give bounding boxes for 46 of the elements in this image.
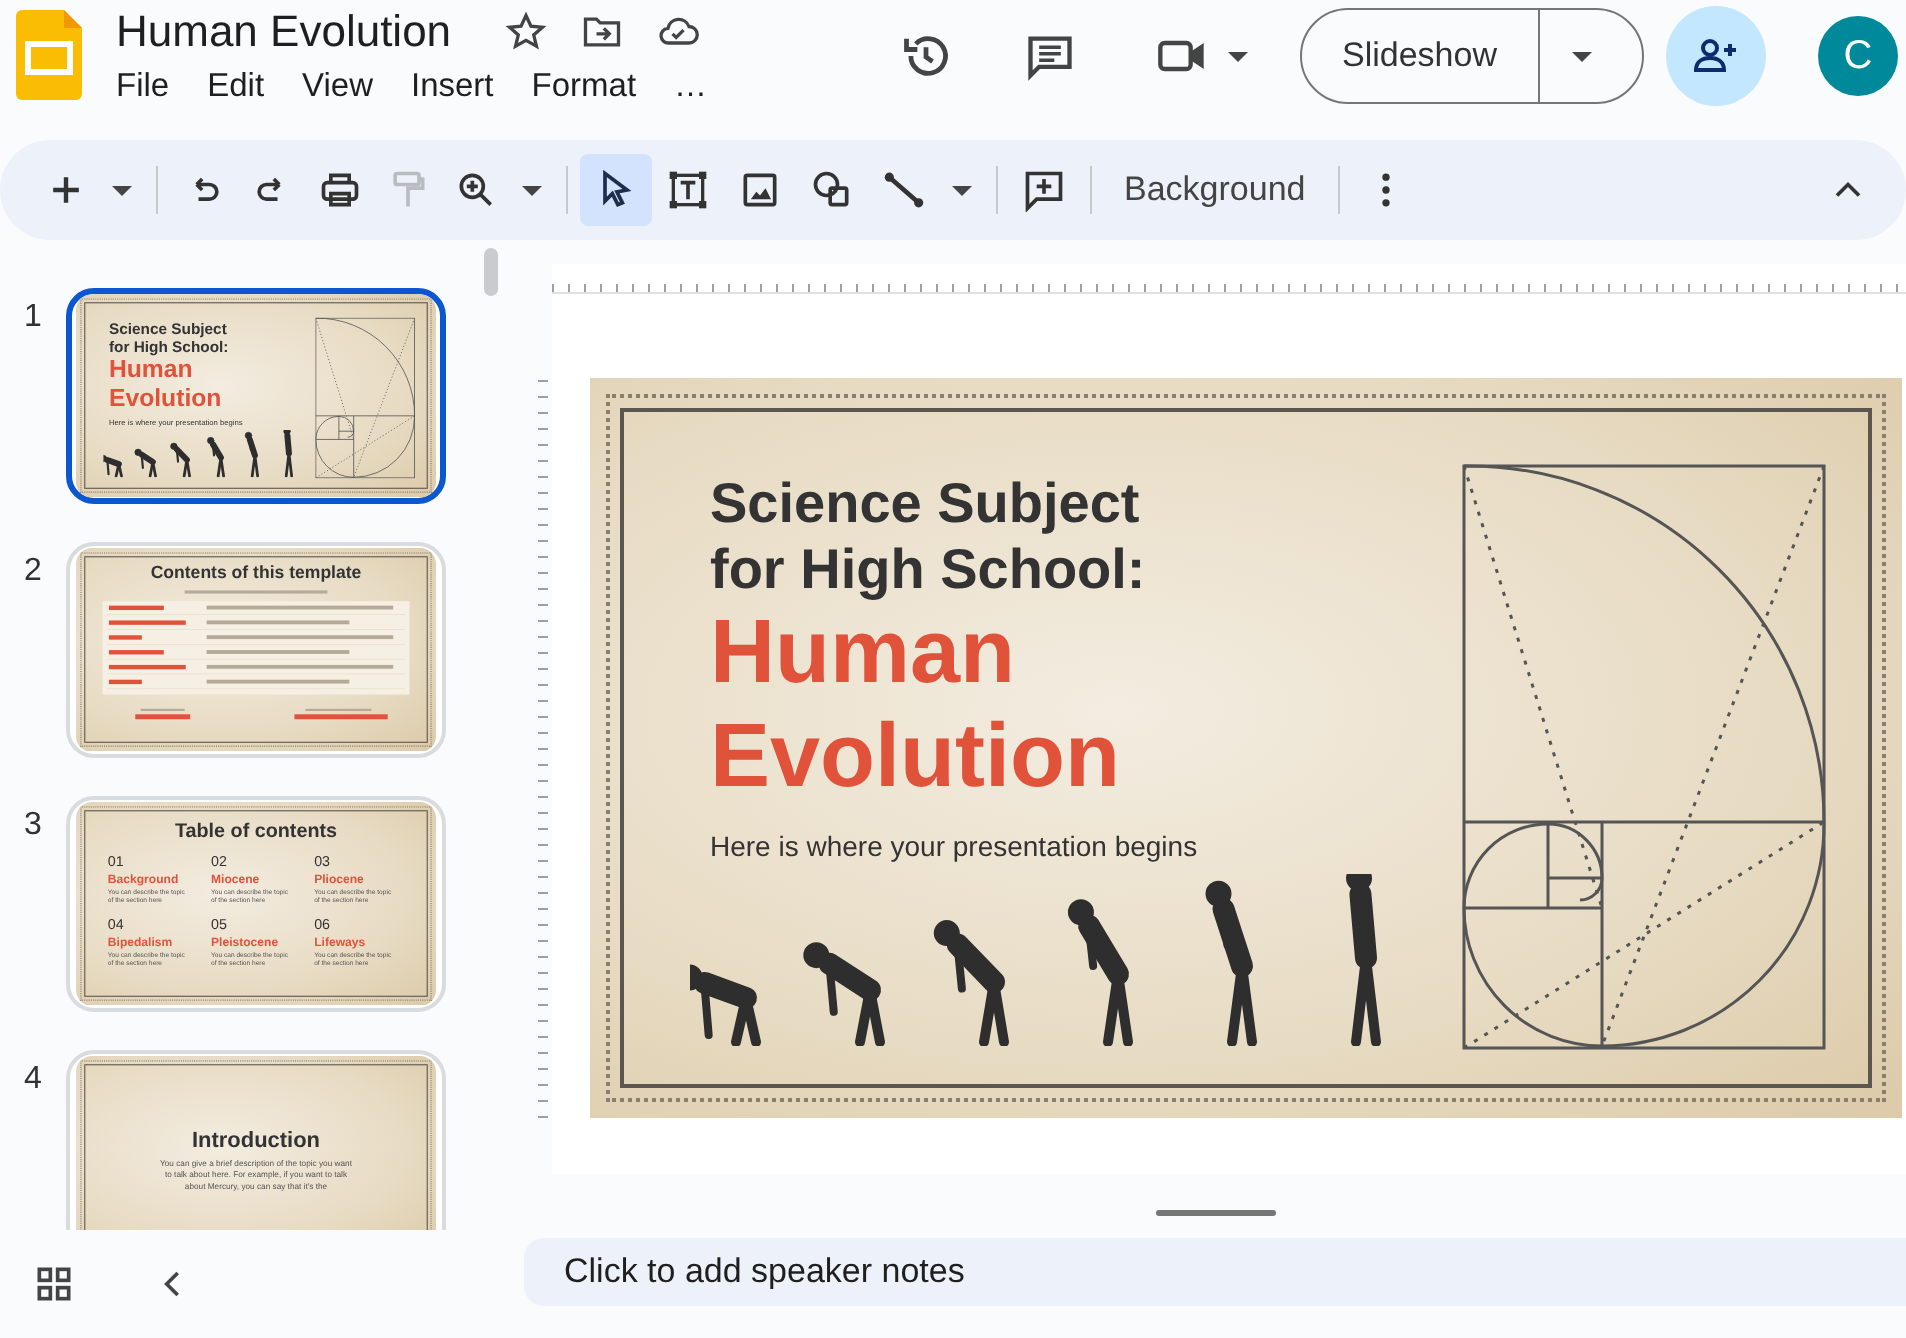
slide-title-line[interactable]: for High School: <box>710 536 1146 602</box>
slide-subtitle[interactable]: Here is where your presentation begins <box>710 830 1198 862</box>
print-icon[interactable] <box>318 168 362 212</box>
shapes-icon <box>810 168 854 212</box>
caret-icon[interactable] <box>952 185 972 195</box>
slide-number: 2 <box>22 552 44 590</box>
slide-number: 4 <box>22 1060 44 1098</box>
grid-view-icon[interactable] <box>32 1262 76 1306</box>
slide-number: 3 <box>22 806 44 844</box>
add-comment-icon[interactable] <box>1022 168 1066 212</box>
speaker-notes-field[interactable]: Click to add speaker notes <box>524 1238 1906 1306</box>
slide-title-line[interactable]: Science Subject <box>710 470 1146 536</box>
slide-title: Introduction <box>192 1127 320 1153</box>
text-box-icon <box>666 168 710 212</box>
share-button[interactable] <box>1666 6 1766 106</box>
slide-canvas[interactable]: Science Subject for High School: Human Evolution Here is where your presentation begins <box>590 378 1902 1118</box>
slide-heading-line: Evolution <box>108 383 222 413</box>
menu-item[interactable]: Format <box>531 68 637 106</box>
menu-item[interactable]: File <box>116 68 170 106</box>
menu-item[interactable]: Edit <box>207 68 265 106</box>
tool-button[interactable] <box>580 154 652 226</box>
caret-icon[interactable] <box>522 185 542 195</box>
menu-item[interactable]: … <box>674 68 708 106</box>
avatar[interactable]: C <box>1818 16 1898 96</box>
slide-thumbnail[interactable]: Contents of this template <box>66 542 446 758</box>
slide-thumbnail[interactable] <box>66 796 446 1012</box>
caret-icon[interactable] <box>1571 51 1591 61</box>
zoom-in-icon[interactable] <box>454 168 498 212</box>
menu-item[interactable]: View <box>302 68 373 106</box>
scrollbar-thumb[interactable] <box>484 248 498 296</box>
star-icon[interactable] <box>503 10 548 54</box>
slide-title: Table of contents <box>174 818 338 842</box>
slideshow-split-button[interactable]: Slideshow <box>1300 8 1644 104</box>
image-icon <box>738 168 782 212</box>
caret-icon[interactable] <box>1228 51 1248 61</box>
background-button[interactable]: Background <box>1116 170 1314 210</box>
menu-item[interactable]: Insert <box>411 68 494 106</box>
resize-handle[interactable] <box>1155 1210 1275 1216</box>
document-title[interactable]: Human Evolution <box>116 6 452 58</box>
caret-icon[interactable] <box>112 185 132 195</box>
slideshow-button[interactable]: Slideshow <box>1302 36 1537 76</box>
slide-number: 1 <box>22 298 44 336</box>
history-icon[interactable] <box>900 30 952 82</box>
slide-title: Contents of this template <box>150 562 362 584</box>
line-icon <box>882 168 926 212</box>
slide-heading-line: Human <box>108 355 195 384</box>
